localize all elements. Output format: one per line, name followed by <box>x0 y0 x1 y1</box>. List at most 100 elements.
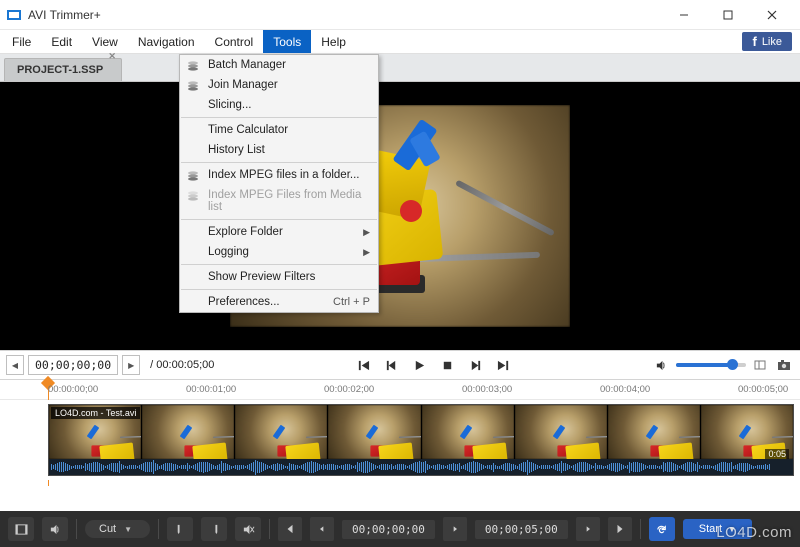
mode-label: Cut <box>99 523 116 535</box>
nudge-back-button[interactable] <box>310 517 334 541</box>
like-label: Like <box>762 36 782 48</box>
menu-view[interactable]: View <box>82 30 128 53</box>
ruler-tick: 00:00:03;00 <box>462 384 512 395</box>
audio-icon[interactable] <box>42 517 68 541</box>
menu-separator <box>181 264 377 265</box>
menu-time-calculator[interactable]: Time Calculator <box>180 120 378 140</box>
app-icon <box>6 7 22 23</box>
volume-icon[interactable] <box>652 356 670 374</box>
watermark: LO4D.com <box>716 524 792 541</box>
submenu-arrow-icon: ▶ <box>363 247 370 258</box>
step-fwd-button[interactable]: ▶ <box>122 355 140 375</box>
ruler-tick: 00:00:01;00 <box>186 384 236 395</box>
shortcut-label: Ctrl + P <box>333 296 370 308</box>
current-time[interactable]: 00;00;00;00 <box>28 355 118 375</box>
menu-help[interactable]: Help <box>311 30 356 53</box>
mute-button[interactable] <box>235 517 261 541</box>
film-icon[interactable] <box>8 517 34 541</box>
menu-control[interactable]: Control <box>205 30 264 53</box>
menu-separator <box>181 289 377 290</box>
clip-duration: 0:05 <box>765 449 789 459</box>
menu-index-mpeg-folder[interactable]: Index MPEG files in a folder... <box>180 165 378 185</box>
minimize-button[interactable] <box>662 1 706 29</box>
clip-track: LO4D.com - Test.avi 0:05 <box>0 400 800 480</box>
clip-thumbnail <box>328 405 421 459</box>
tools-dropdown: Batch Manager Join Manager Slicing... Ti… <box>179 54 379 313</box>
maximize-button[interactable] <box>706 1 750 29</box>
close-button[interactable] <box>750 1 794 29</box>
menu-batch-manager[interactable]: Batch Manager <box>180 55 378 75</box>
menu-index-mpeg-media: Index MPEG Files from Media list <box>180 185 378 217</box>
ruler-tick: 00:00:04;00 <box>600 384 650 395</box>
mark-in-button[interactable] <box>167 517 193 541</box>
menu-navigation[interactable]: Navigation <box>128 30 205 53</box>
stack-icon <box>186 169 200 183</box>
transport-bar: ◀ 00;00;00;00 ▶ / 00:00:05;00 <box>0 350 800 380</box>
ruler-tick: 00:00:05;00 <box>738 384 788 395</box>
menu-history-list[interactable]: History List <box>180 140 378 160</box>
nudge-fwd2-button[interactable] <box>576 517 600 541</box>
volume-slider[interactable] <box>676 363 746 367</box>
menu-join-manager[interactable]: Join Manager <box>180 75 378 95</box>
menu-explore-folder[interactable]: Explore Folder▶ <box>180 222 378 242</box>
menubar: File Edit View Navigation Control Tools … <box>0 30 800 54</box>
clip-thumbnail <box>515 405 608 459</box>
menu-separator <box>181 117 377 118</box>
stop-button[interactable] <box>438 356 456 374</box>
nudge-fwd-button[interactable] <box>443 517 467 541</box>
project-tab[interactable]: PROJECT-1.SSP ✕ <box>4 58 122 81</box>
snapshot-button[interactable] <box>774 355 794 375</box>
titlebar: AVI Trimmer+ <box>0 0 800 30</box>
menu-logging[interactable]: Logging▶ <box>180 242 378 262</box>
clip-label: LO4D.com - Test.avi <box>51 407 140 419</box>
ruler-tick: 00:00:00;00 <box>48 384 98 395</box>
playback-controls <box>218 356 648 374</box>
seek-fwd-button[interactable] <box>608 517 632 541</box>
video-preview <box>0 82 800 350</box>
menu-file[interactable]: File <box>2 30 41 53</box>
tab-close-icon[interactable]: ✕ <box>105 51 119 65</box>
frame-back-button[interactable] <box>382 356 400 374</box>
menu-show-preview-filters[interactable]: Show Preview Filters <box>180 267 378 287</box>
clip-thumbnail <box>422 405 515 459</box>
out-time[interactable]: 00;00;05;00 <box>475 520 568 539</box>
mode-selector[interactable]: Cut ▼ <box>85 520 150 538</box>
tab-label: PROJECT-1.SSP <box>17 64 103 76</box>
step-back-button[interactable]: ◀ <box>6 355 24 375</box>
marker-button[interactable] <box>750 355 770 375</box>
menu-separator <box>181 219 377 220</box>
bottom-toolbar: Cut ▼ 00;00;00;00 00;00;05;00 Start ▼ <box>0 511 800 547</box>
menu-preferences[interactable]: Preferences...Ctrl + P <box>180 292 378 312</box>
stack-icon <box>186 59 200 73</box>
timeline: 00:00:00;00 00:00:01;00 00:00:02;00 00:0… <box>0 380 800 480</box>
ruler-tick: 00:00:02;00 <box>324 384 374 395</box>
timeline-ruler[interactable]: 00:00:00;00 00:00:01;00 00:00:02;00 00:0… <box>0 380 800 400</box>
in-time[interactable]: 00;00;00;00 <box>342 520 435 539</box>
facebook-like-button[interactable]: f Like <box>742 32 792 51</box>
clip-thumbnail <box>235 405 328 459</box>
menu-edit[interactable]: Edit <box>41 30 82 53</box>
goto-start-button[interactable] <box>354 356 372 374</box>
goto-end-button[interactable] <box>494 356 512 374</box>
audio-waveform <box>49 459 793 475</box>
window-title: AVI Trimmer+ <box>28 8 101 22</box>
volume-control <box>652 356 746 374</box>
menu-slicing[interactable]: Slicing... <box>180 95 378 115</box>
loop-button[interactable] <box>649 517 675 541</box>
play-button[interactable] <box>410 356 428 374</box>
mark-out-button[interactable] <box>201 517 227 541</box>
seek-back-button[interactable] <box>278 517 302 541</box>
stack-icon <box>186 189 200 203</box>
facebook-icon: f <box>752 34 756 49</box>
chevron-down-icon: ▼ <box>124 525 132 534</box>
video-clip[interactable]: LO4D.com - Test.avi 0:05 <box>48 404 794 476</box>
frame-fwd-button[interactable] <box>466 356 484 374</box>
clip-thumbnails <box>49 405 793 459</box>
submenu-arrow-icon: ▶ <box>363 227 370 238</box>
menu-tools[interactable]: Tools <box>263 30 311 53</box>
total-time: / 00:00:05;00 <box>150 359 214 371</box>
stack-icon <box>186 79 200 93</box>
menu-separator <box>181 162 377 163</box>
clip-thumbnail <box>142 405 235 459</box>
tabstrip: PROJECT-1.SSP ✕ <box>0 54 800 82</box>
